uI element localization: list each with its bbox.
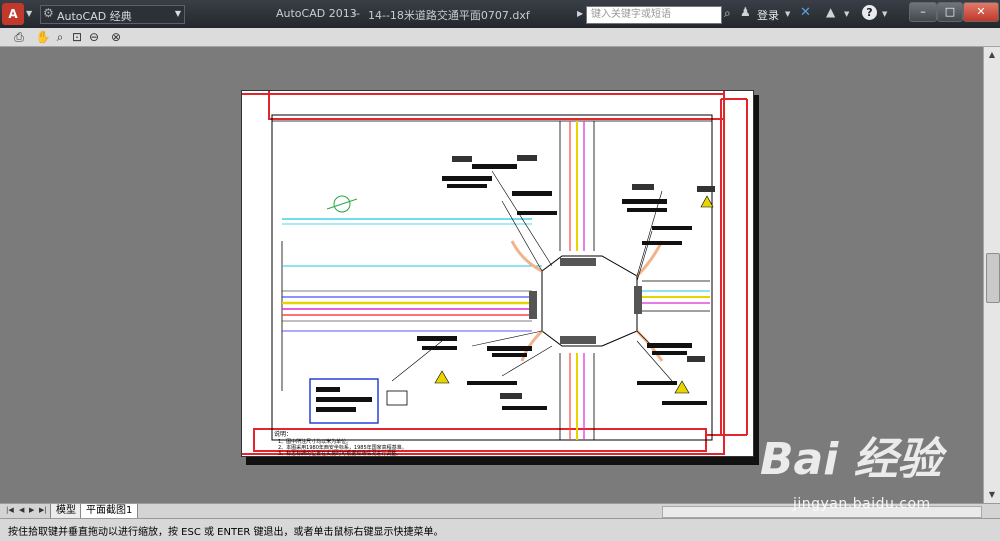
title-bar: A ▼ ⚙ AutoCAD 经典 ▼ AutoCAD 2013 -- 14--1… <box>0 0 1000 28</box>
scrollbar-thumb[interactable] <box>986 253 1000 303</box>
tab-layout1[interactable]: 平面截图1 <box>80 504 139 519</box>
preview-toolbar: ⎙ ✋ ⌕ ⊡ ⊖ ⊗ <box>0 28 1000 47</box>
drawing-note: 2、本图采用1980年西安坐标系，1985年国家高程基准。 <box>278 444 407 451</box>
chevron-down-icon: ▼ <box>174 9 181 18</box>
search-expand-icon[interactable]: ▶ <box>577 9 583 18</box>
file-title: 14--18米道路交通平面0707.dxf <box>368 9 530 22</box>
paper-sheet: 说明： 1、图中所注尺寸均以米为单位。 2、本图采用1980年西安坐标系，1985… <box>241 90 754 457</box>
workspace-dropdown[interactable]: ⚙ AutoCAD 经典 ▼ <box>40 5 185 24</box>
zoom-previous-icon[interactable]: ⊖ <box>86 29 102 45</box>
last-tab-icon[interactable]: ▶| <box>39 506 47 514</box>
printer-icon[interactable]: ⎙ <box>11 29 27 45</box>
cad-drawing: 说明： 1、图中所注尺寸均以米为单位。2、本图采用1980年西安坐标系，1985… <box>242 91 748 456</box>
first-tab-icon[interactable]: |◀ <box>6 506 14 514</box>
login-dropdown-icon[interactable]: ▼ <box>785 10 790 18</box>
drawing-note: 1、图中所注尺寸均以米为单位。 <box>278 438 351 445</box>
user-icon[interactable]: ♟ <box>740 5 754 19</box>
app-menu-arrow-icon[interactable]: ▼ <box>26 9 32 18</box>
baidu-watermark-logo: Bai 经验 <box>760 434 942 485</box>
autodesk-dropdown-icon[interactable]: ▼ <box>844 10 849 18</box>
help-icon[interactable]: ? <box>862 5 877 20</box>
app-title: AutoCAD 2013 <box>276 7 357 20</box>
watermark-url: jingyan.baidu.com <box>793 496 931 512</box>
prev-tab-icon[interactable]: ◀ <box>19 506 24 514</box>
binoculars-icon[interactable]: ⌕ <box>724 6 738 20</box>
close-button[interactable]: ✕ <box>963 2 999 22</box>
close-circle-icon[interactable]: ⊗ <box>108 29 124 45</box>
maximize-button[interactable]: □ <box>937 2 963 22</box>
workspace-label: AutoCAD 经典 <box>57 10 132 23</box>
title-separator: -- <box>352 7 360 20</box>
autocad-logo-icon[interactable]: A <box>2 3 24 25</box>
gear-icon: ⚙ <box>43 6 54 20</box>
vertical-scrollbar[interactable]: ▲ ▼ <box>983 47 1000 503</box>
scroll-down-icon[interactable]: ▼ <box>984 487 1000 503</box>
login-link[interactable]: 登录 <box>757 7 779 23</box>
next-tab-icon[interactable]: ▶ <box>29 506 34 514</box>
help-dropdown-icon[interactable]: ▼ <box>882 10 887 18</box>
scroll-up-icon[interactable]: ▲ <box>984 47 1000 63</box>
tab-model[interactable]: 模型 <box>50 504 82 519</box>
autodesk-triangle-icon[interactable]: ▲ <box>826 5 840 19</box>
minimize-button[interactable]: – <box>909 2 937 22</box>
drawing-note: 3、标志标牌的位置在实施时可根据现场情况进行调整。 <box>278 450 401 456</box>
notes-title: 说明： <box>274 430 292 438</box>
pan-hand-icon[interactable]: ✋ <box>35 29 51 45</box>
status-text: 按住拾取键并垂直拖动以进行缩放，按 ESC 或 ENTER 键退出，或者单击鼠标… <box>8 527 444 538</box>
zoom-window-icon[interactable]: ⊡ <box>69 29 85 45</box>
zoom-icon[interactable]: ⌕ <box>52 29 68 45</box>
red-frame <box>242 93 725 455</box>
command-line[interactable]: 按住拾取键并垂直拖动以进行缩放，按 ESC 或 ENTER 键退出，或者单击鼠标… <box>0 518 1000 541</box>
search-input[interactable]: 键入关键字或短语 <box>586 6 722 24</box>
exchange-x-icon[interactable]: ✕ <box>800 5 814 20</box>
